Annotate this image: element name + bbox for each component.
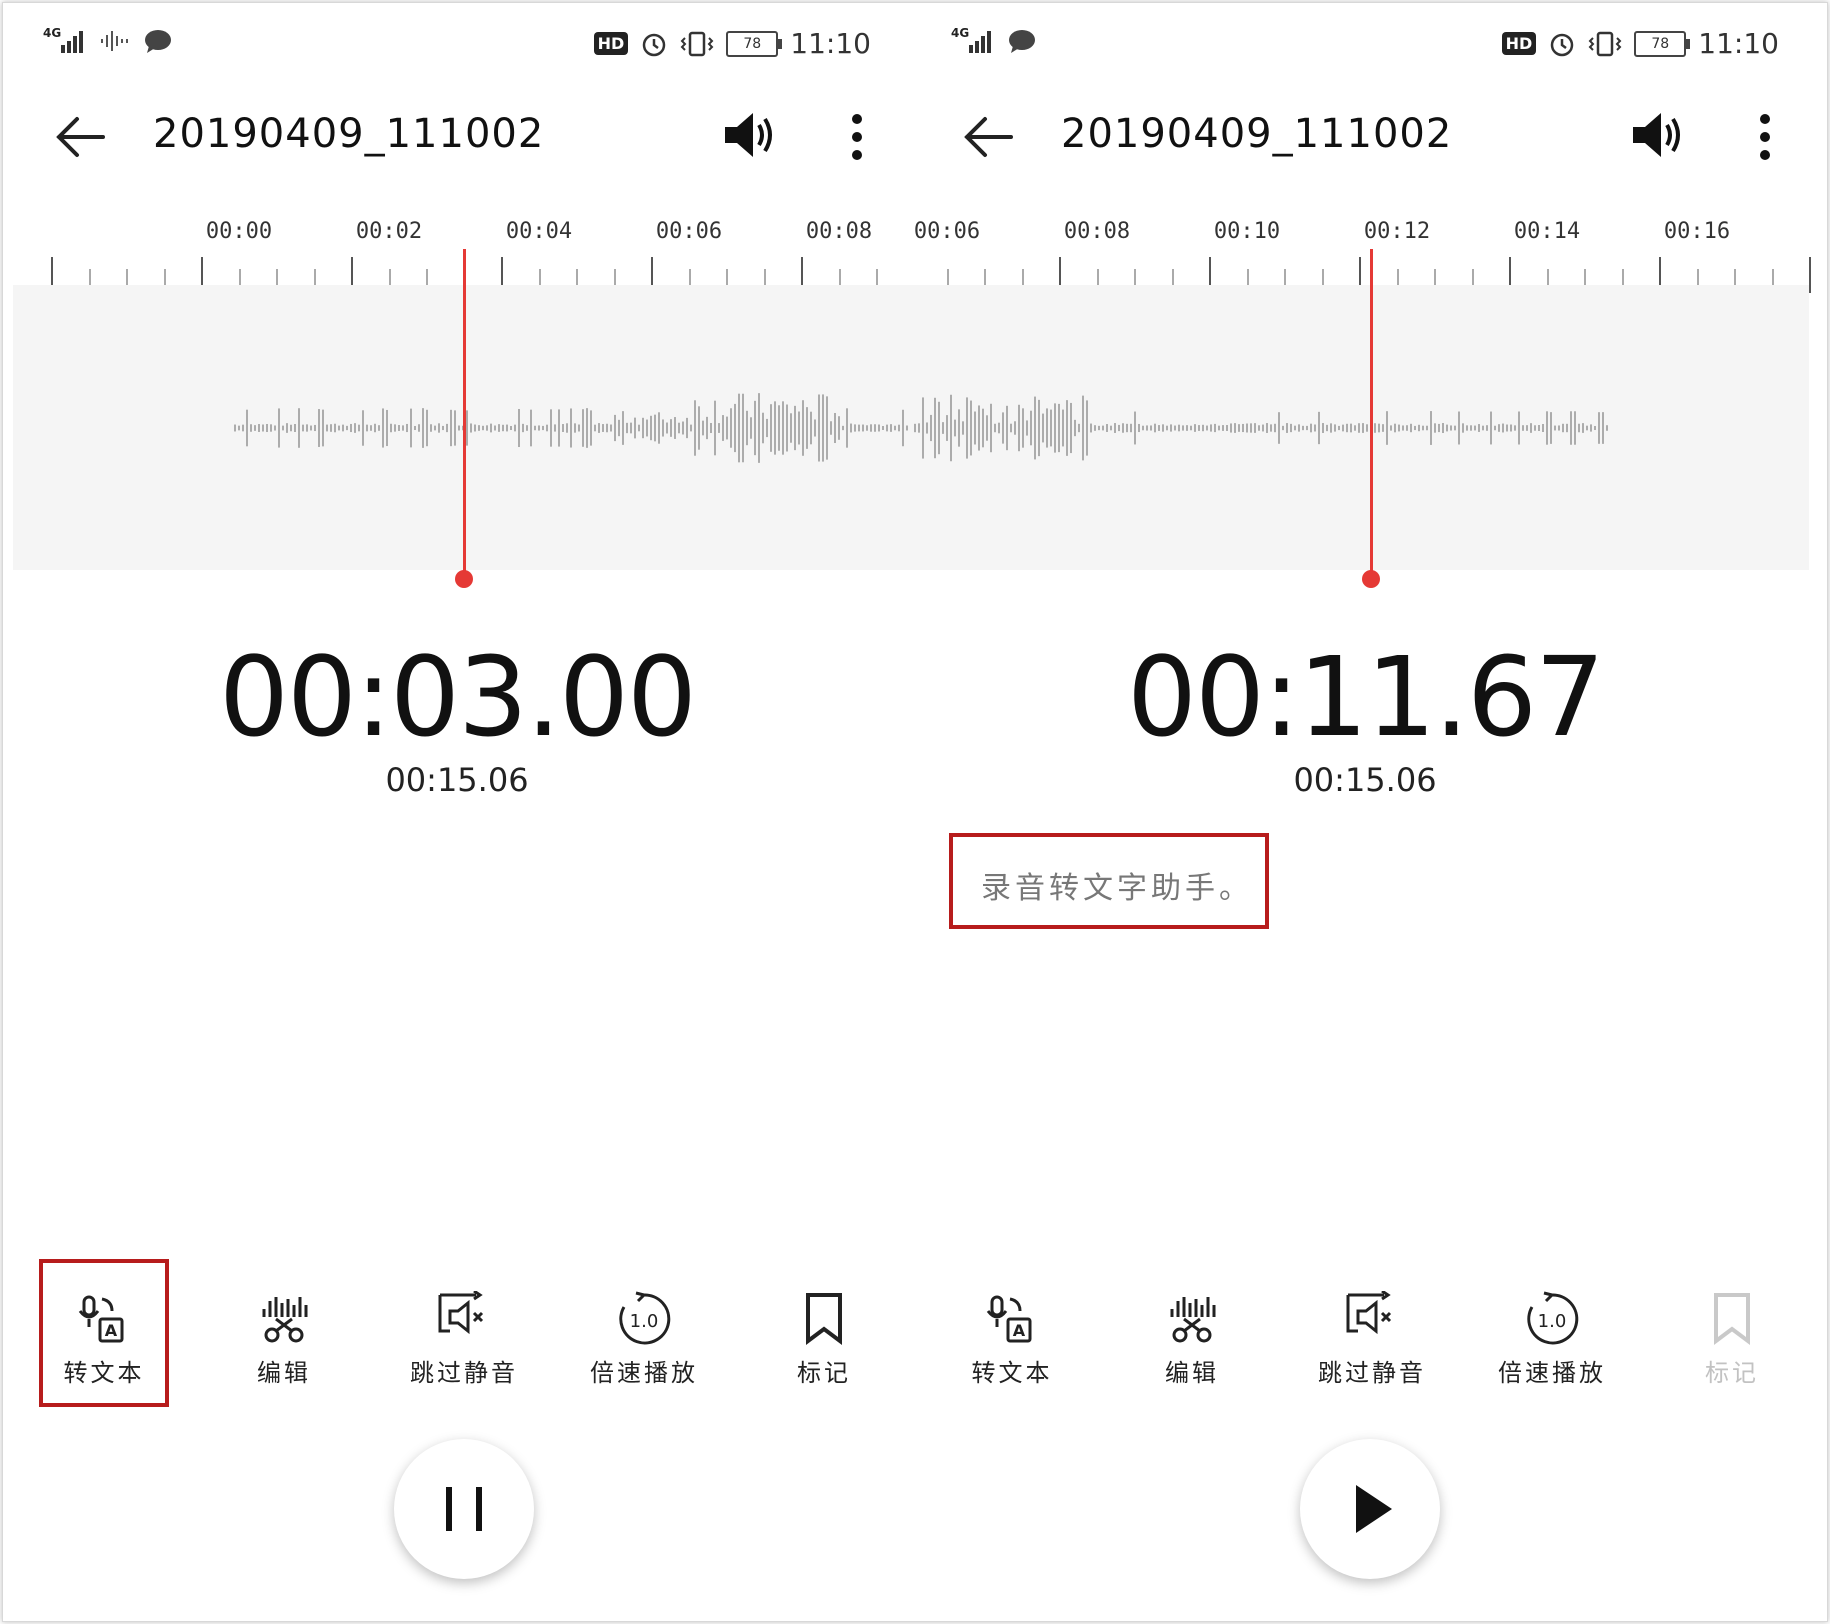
speed-value: 1.0 (630, 1311, 659, 1332)
back-arrow-icon[interactable] (51, 107, 111, 167)
timeline-label: 00:14 (1513, 219, 1581, 244)
skip-silence-label: 跳过静音 (1318, 1360, 1426, 1387)
status-bar: 4G HD 78 11:10 (43, 27, 871, 63)
left-screen: 4G HD 78 11:10 20190409_111002 00:00 00:… (3, 3, 911, 1621)
pause-button[interactable] (394, 1439, 534, 1579)
bookmark-label: 标记 (1705, 1360, 1759, 1387)
speed-value: 1.0 (1538, 1311, 1567, 1332)
to-text-button[interactable]: A 转文本 (29, 1291, 179, 1391)
skip-silence-button[interactable]: 跳过静音 (1297, 1291, 1447, 1391)
network-type: 4G (43, 26, 62, 40)
network-type: 4G (951, 26, 970, 40)
edit-button[interactable]: 编辑 (1117, 1291, 1267, 1391)
total-time: 00:15.06 (385, 761, 529, 799)
playhead-line[interactable] (1370, 249, 1373, 579)
skip-silence-button[interactable]: 跳过静音 (389, 1291, 539, 1391)
timeline-label: 00:10 (1213, 219, 1281, 244)
svg-text:A: A (1013, 1321, 1026, 1340)
pause-icon (446, 1487, 482, 1531)
timeline-ruler[interactable]: 00:00 00:02 00:04 00:06 00:08 (13, 213, 911, 293)
back-arrow-icon[interactable] (959, 107, 1019, 167)
to-text-label: 转文本 (63, 1360, 145, 1387)
timeline-label: 00:08 (1063, 219, 1131, 244)
edit-label: 编辑 (257, 1360, 311, 1387)
timeline-label: 00:08 (805, 219, 873, 244)
timeline-label: 00:16 (1663, 219, 1731, 244)
status-time: 11:10 (790, 27, 871, 60)
status-time: 11:10 (1698, 27, 1779, 60)
recording-title: 20190409_111002 (1061, 111, 1453, 157)
timeline-label: 00:06 (655, 219, 723, 244)
vibrate-icon (680, 31, 714, 56)
speaker-icon[interactable] (721, 107, 781, 163)
svg-text:A: A (105, 1321, 118, 1340)
screenshot-frame: 4G HD 78 11:10 20190409_111002 00:00 00:… (2, 2, 1828, 1622)
current-time: 00:03.00 (219, 633, 697, 761)
scissors-wave-icon (262, 1297, 308, 1343)
action-toolbar: A 转文本 编辑 跳过静音 1.0 倍速播放 标记 (911, 1291, 1819, 1391)
waveform[interactable] (13, 285, 911, 570)
skip-silence-label: 跳过静音 (410, 1360, 518, 1387)
speech-to-text-icon: A (78, 1295, 124, 1343)
timeline-label: 00:04 (505, 219, 573, 244)
bookmark-icon (1714, 1293, 1750, 1345)
timeline-label: 00:00 (205, 219, 273, 244)
timeline-ruler[interactable]: 00:06 00:08 00:10 00:12 00:14 00:16 (911, 213, 1811, 293)
speed-dial-icon: 1.0 (1527, 1291, 1579, 1345)
speed-dial-icon: 1.0 (619, 1291, 671, 1345)
transcript-box[interactable]: 录音转文字助手。 (949, 833, 1269, 929)
mute-skip-icon (438, 1291, 484, 1335)
status-bar: 4G HD 78 11:10 (951, 27, 1779, 63)
play-icon (1356, 1485, 1392, 1533)
timeline-label: 00:12 (1363, 219, 1431, 244)
edit-button[interactable]: 编辑 (209, 1291, 359, 1391)
timeline-label: 00:06 (913, 219, 981, 244)
battery-indicator: 78 (1634, 30, 1691, 57)
scissors-wave-icon (1170, 1297, 1216, 1343)
playback-speed-button[interactable]: 1.0 倍速播放 (569, 1291, 719, 1391)
edit-label: 编辑 (1165, 1360, 1219, 1387)
vibrate-icon (1588, 31, 1622, 56)
playback-speed-button[interactable]: 1.0 倍速播放 (1477, 1291, 1627, 1391)
transcript-text: 录音转文字助手。 (981, 872, 1253, 905)
more-options-icon[interactable] (1745, 107, 1785, 167)
to-text-button[interactable]: A 转文本 (937, 1291, 1087, 1391)
playhead-line[interactable] (463, 249, 466, 579)
action-toolbar: A 转文本 编辑 跳过静音 1.0 倍速播放 标记 (3, 1291, 911, 1391)
bookmark-label: 标记 (797, 1360, 851, 1387)
recording-title: 20190409_111002 (153, 111, 545, 157)
bookmark-button[interactable]: 标记 (749, 1291, 899, 1391)
voice-wave-icon (101, 31, 128, 51)
alarm-icon (643, 33, 666, 56)
current-time: 00:11.67 (1127, 633, 1605, 761)
playback-speed-label: 倍速播放 (590, 1360, 698, 1387)
bookmark-button[interactable]: 标记 (1657, 1291, 1807, 1391)
playback-speed-label: 倍速播放 (1498, 1360, 1606, 1387)
message-icon (145, 30, 171, 53)
waveform-bars (234, 393, 908, 463)
battery-indicator: 78 (726, 30, 783, 57)
speaker-icon[interactable] (1629, 107, 1689, 163)
play-button[interactable] (1300, 1439, 1440, 1579)
alarm-icon (1551, 33, 1574, 56)
to-text-label: 转文本 (971, 1360, 1053, 1387)
hd-badge: HD (593, 32, 629, 55)
message-icon (1009, 30, 1035, 53)
mute-skip-icon (1346, 1291, 1392, 1335)
timeline-label: 00:02 (355, 219, 423, 244)
waveform-bars (914, 394, 1608, 462)
right-screen: 4G HD 78 11:10 20190409_111002 00:06 00:… (911, 3, 1819, 1621)
more-options-icon[interactable] (837, 107, 877, 167)
playhead-handle[interactable] (1362, 570, 1380, 588)
speech-to-text-icon: A (986, 1295, 1032, 1343)
bookmark-icon (806, 1293, 842, 1345)
waveform[interactable] (911, 285, 1809, 570)
total-time: 00:15.06 (1293, 761, 1437, 799)
hd-badge: HD (1501, 32, 1537, 55)
ruler-tick (1809, 257, 1811, 293)
playhead-handle[interactable] (455, 570, 473, 588)
